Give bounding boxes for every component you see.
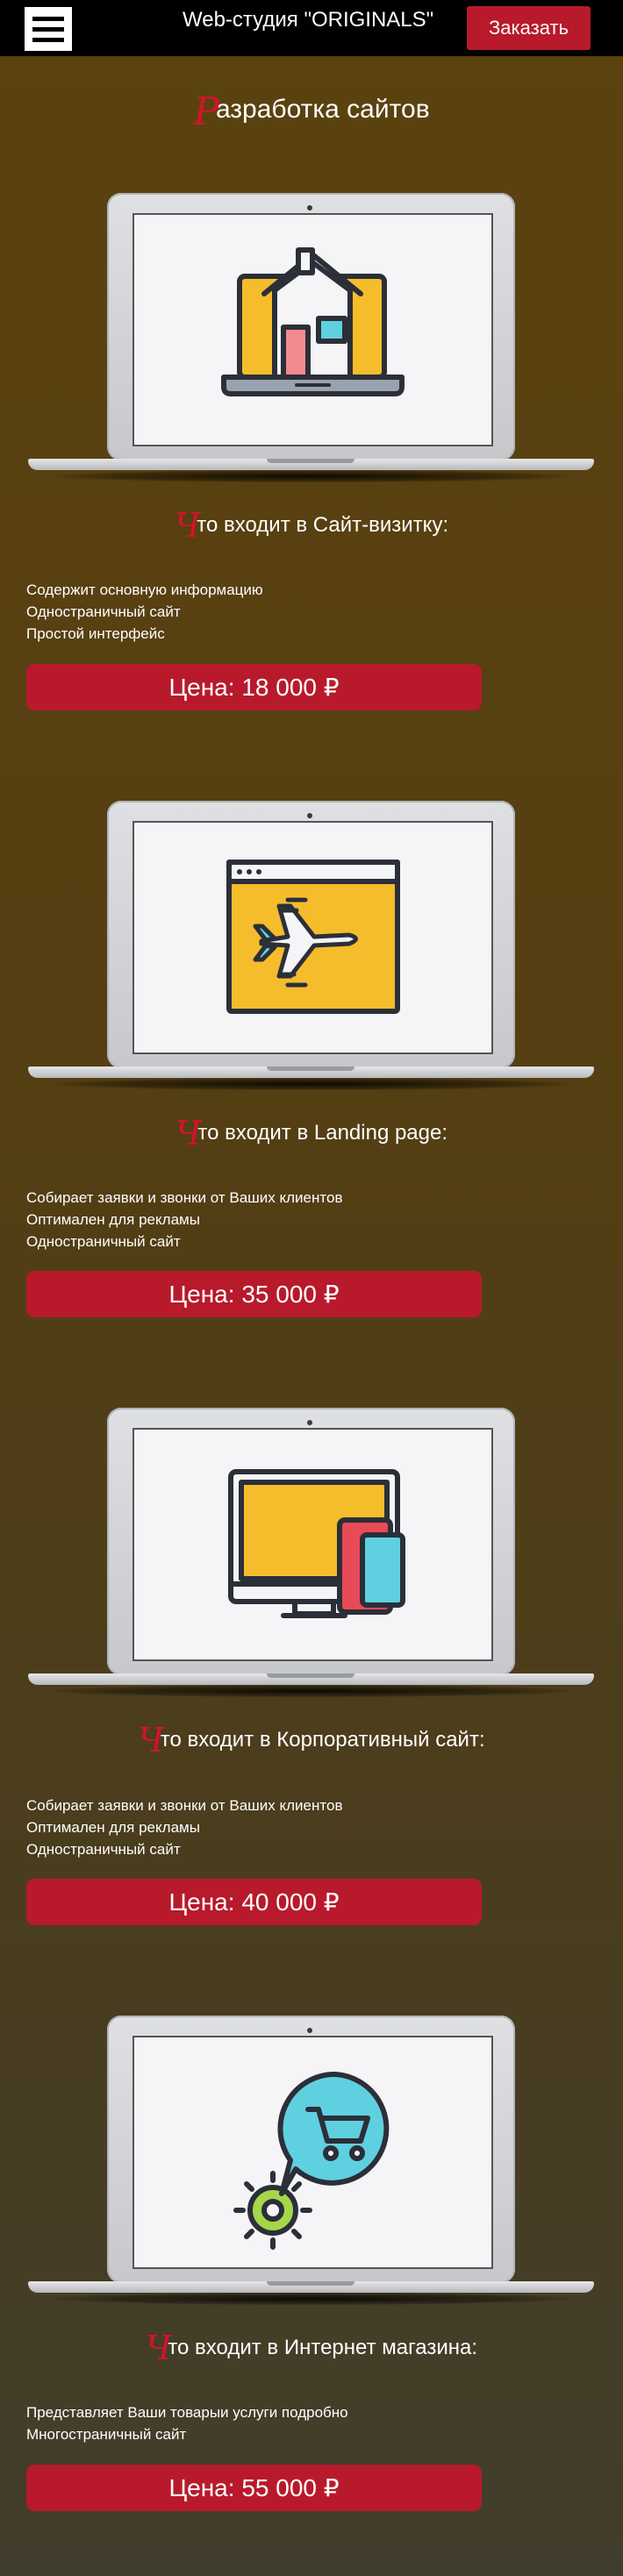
house-icon [221, 247, 405, 396]
feature-list: Собирает заявки и звонки от Ваших клиент… [26, 1187, 342, 1252]
feature-list: Содержит основную информацию Одностранич… [26, 579, 263, 645]
section-heading: Что входит в Сайт-визитку: [0, 503, 623, 542]
laptop-screen [132, 1428, 493, 1661]
list-item: Одностраничный сайт [26, 1841, 181, 1858]
laptop-mockup [28, 193, 594, 493]
heading-first-letter: Ч [138, 1721, 164, 1759]
heading-first-letter: Ч [145, 2329, 172, 2367]
list-item: Простой интерфейс [26, 625, 165, 642]
airplane-window-icon [226, 860, 400, 1014]
top-bar: Web-студия "ORIGINALS" Заказать [0, 0, 623, 56]
laptop-screen [132, 2036, 493, 2269]
section-heading: Что входит в Интернет магазина: [0, 2326, 623, 2365]
page-title-text: азработка сайтов [215, 95, 430, 124]
list-item: Оптимален для рекламы [26, 1211, 200, 1228]
brand-title: Web-студия "ORIGINALS" [183, 8, 434, 32]
section-heading: Что входит в Landing page: [0, 1111, 623, 1150]
price-button[interactable]: Цена: 18 000 ₽ [26, 664, 482, 710]
heading-text: то входит в Корпоративный сайт: [160, 1728, 485, 1752]
laptop-mockup [28, 2016, 594, 2316]
page-title-first-letter: Р [193, 89, 219, 134]
heading-text: то входит в Сайт-визитку: [197, 513, 449, 537]
feature-list: Представляет Ваши товарыи услуги подробн… [26, 2401, 348, 2445]
price-button[interactable]: Цена: 40 000 ₽ [26, 1879, 482, 1925]
page-title: Разработка сайтов [0, 86, 623, 132]
list-item: Представляет Ваши товарыи услуги подробн… [26, 2404, 348, 2421]
laptop-mockup [28, 801, 594, 1101]
price-button[interactable]: Цена: 55 000 ₽ [26, 2465, 482, 2511]
list-item: Содержит основную информацию [26, 582, 263, 598]
list-item: Многостраничный сайт [26, 2426, 187, 2443]
shopping-cart-gear-icon [233, 2071, 390, 2250]
laptop-screen [132, 821, 493, 1054]
list-item: Одностраничный сайт [26, 603, 181, 620]
section-heading: Что входит в Корпоративный сайт: [0, 1718, 623, 1757]
list-item: Одностраничный сайт [26, 1233, 181, 1250]
menu-icon[interactable] [25, 7, 72, 51]
list-item: Собирает заявки и звонки от Ваших клиент… [26, 1797, 343, 1814]
feature-list: Собирает заявки и звонки от Ваших клиент… [26, 1795, 342, 1860]
heading-text: то входит в Landing page: [197, 1121, 448, 1145]
list-item: Собирает заявки и звонки от Ваших клиент… [26, 1189, 343, 1206]
price-button[interactable]: Цена: 35 000 ₽ [26, 1271, 482, 1317]
laptop-screen [132, 213, 493, 446]
list-item: Оптимален для рекламы [26, 1819, 200, 1836]
laptop-mockup [28, 1408, 594, 1708]
heading-text: то входит в Интернет магазина: [168, 2336, 478, 2359]
heading-first-letter: Ч [175, 1114, 202, 1152]
order-button[interactable]: Заказать [467, 6, 591, 50]
heading-first-letter: Ч [174, 506, 201, 545]
devices-icon [228, 1469, 405, 1618]
